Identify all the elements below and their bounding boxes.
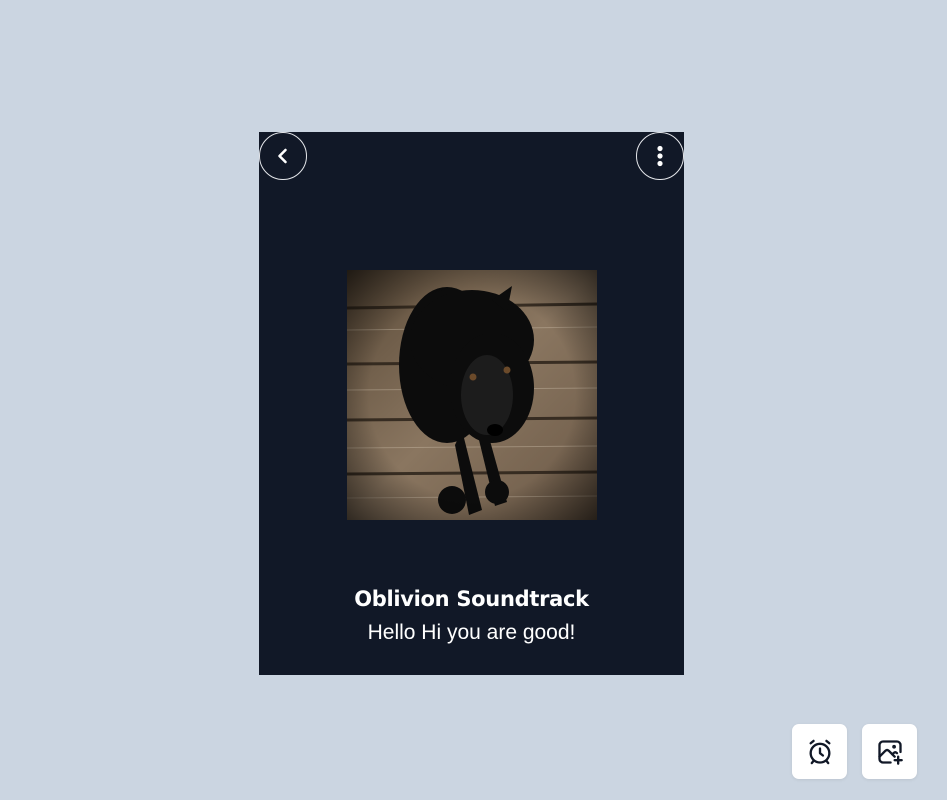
- dots-vertical-icon: [657, 145, 663, 167]
- image-plus-icon: [877, 739, 903, 765]
- album-artwork: [347, 270, 597, 520]
- track-subtitle: Hello Hi you are good!: [367, 621, 576, 644]
- add-photo-button[interactable]: [862, 724, 917, 779]
- back-button[interactable]: [259, 132, 307, 180]
- alarm-button[interactable]: [792, 724, 847, 779]
- track-title: Oblivion Soundtrack: [354, 587, 589, 611]
- more-options-button[interactable]: [636, 132, 684, 180]
- chevron-left-icon: [278, 148, 287, 164]
- alarm-clock-icon: [809, 739, 830, 764]
- player-card: Oblivion Soundtrack Hello Hi you are goo…: [259, 132, 684, 675]
